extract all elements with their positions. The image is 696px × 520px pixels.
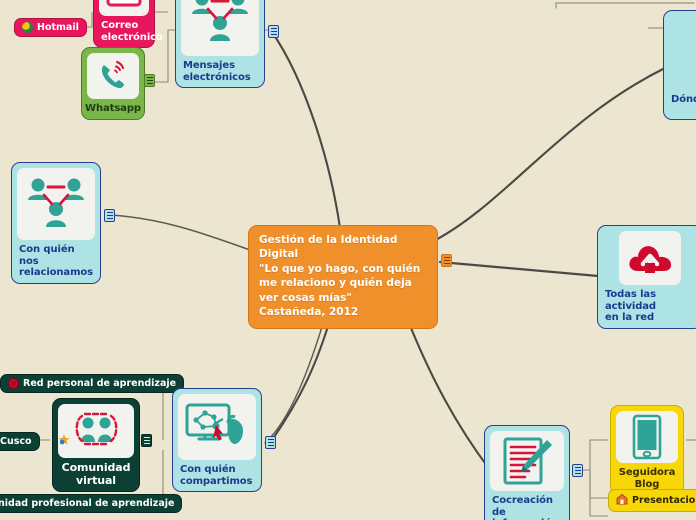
document-pen-icon <box>490 431 564 491</box>
node-mensajes-electronicos[interactable]: Mensajes electrónicos <box>175 0 265 88</box>
house-icon <box>616 493 628 508</box>
node-hotmail[interactable]: Hotmail <box>14 18 87 37</box>
collapse-toggle-relacionamos[interactable] <box>104 209 115 222</box>
node-correo-electronico[interactable]: Correo electrónico <box>93 0 163 48</box>
people-network-icon <box>17 168 95 240</box>
node-comunidad-profesional-aprendizaje[interactable]: nidad profesional de aprendizaje <box>0 494 183 513</box>
monitor-mouse-network-icon <box>178 394 256 460</box>
collapse-toggle-mensajes[interactable] <box>268 25 279 38</box>
node-cusco[interactable]: Cusco <box>0 432 40 451</box>
puzzle-star-glyph <box>58 434 70 445</box>
collapse-toggle-cocreacion[interactable] <box>572 464 583 477</box>
node-con-quien-compartimos-label: Con quién compartimos <box>180 464 253 487</box>
node-whatsapp[interactable]: Whatsapp <box>81 47 145 120</box>
ringing-phone-glyph <box>101 60 125 89</box>
node-con-quien-nos-relacionamos-label: Con quién nos relacionamos <box>19 244 94 278</box>
cloud-upload-icon <box>619 231 681 285</box>
mindmap-canvas: Hotmail Correo electrónico Whatsapp Mens… <box>0 0 696 520</box>
tablet-icon <box>616 411 678 463</box>
tablet-glyph <box>632 414 662 460</box>
monitor-mouse-network-glyph <box>185 403 243 444</box>
node-comunidad-profesional-label: nidad profesional de aprendizaje <box>0 498 175 509</box>
node-seguidora-blog-label: Seguidora Blog <box>618 467 676 490</box>
cloud-upload-glyph <box>629 246 672 276</box>
node-todas-actividades[interactable]: Todas las actividad en la red <box>597 225 696 329</box>
node-donde-label: Dónde <box>671 94 696 105</box>
node-donde[interactable]: Dónde <box>663 10 696 120</box>
node-con-quien-nos-relacionamos[interactable]: Con quién nos relacionamos <box>11 162 101 284</box>
people-network-icon <box>181 0 259 56</box>
node-cocreacion[interactable]: Cocreación de información <box>484 425 570 520</box>
envelope-icon <box>99 0 149 16</box>
envelope-glyph <box>106 0 142 7</box>
node-hotmail-label: Hotmail <box>37 22 79 33</box>
node-comunidad-virtual-label: Comunidad virtual <box>61 461 131 487</box>
collapse-toggle-central[interactable] <box>441 254 452 267</box>
puzzle-star-icon <box>57 432 71 446</box>
collapse-toggle-whatsapp[interactable] <box>144 74 155 87</box>
node-seguidora-blog[interactable]: Seguidora Blog <box>610 405 684 495</box>
collapse-toggle-compartimos[interactable] <box>265 436 276 449</box>
node-red-personal-label: Red personal de aprendizaje <box>23 378 177 389</box>
node-cusco-label: Cusco <box>0 436 32 447</box>
location-icon <box>669 16 696 90</box>
house-glyph <box>616 493 628 505</box>
people-network-glyph <box>28 178 84 227</box>
collapse-toggle-comunidad-virtual[interactable] <box>141 434 152 447</box>
node-presentaciones-label: Presentaciones <box>632 495 696 506</box>
people-network-glyph <box>192 0 248 41</box>
node-whatsapp-label: Whatsapp <box>85 103 141 114</box>
node-mensajes-electronicos-label: Mensajes electrónicos <box>183 60 251 83</box>
ringing-phone-icon <box>87 53 139 99</box>
central-node[interactable]: Gestión de la Identidad Digital "Lo que … <box>248 225 438 329</box>
node-presentaciones[interactable]: Presentaciones <box>608 489 696 512</box>
node-con-quien-compartimos[interactable]: Con quién compartimos <box>172 388 262 492</box>
two-people-circle-glyph <box>75 412 118 446</box>
node-cocreacion-label: Cocreación de información <box>492 495 558 520</box>
globe-icon <box>22 22 33 33</box>
two-people-circle-icon <box>58 404 134 458</box>
document-pen-glyph <box>503 437 552 485</box>
node-todas-actividades-label: Todas las actividad en la red <box>605 289 656 323</box>
node-correo-electronico-label: Correo electrónico <box>101 20 163 43</box>
node-red-personal-aprendizaje[interactable]: Red personal de aprendizaje <box>0 374 185 393</box>
red-circle-icon <box>8 378 19 389</box>
